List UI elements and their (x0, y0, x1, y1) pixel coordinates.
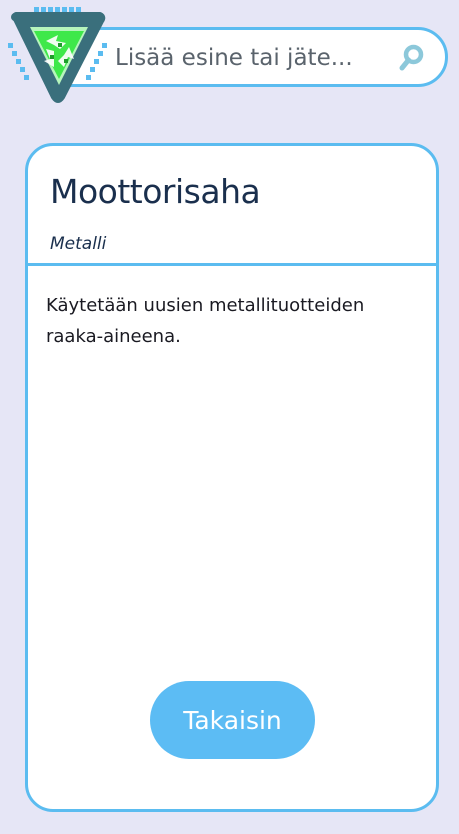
search-input[interactable] (115, 40, 385, 76)
item-card: Moottorisaha Metalli Käytetään uusien me… (25, 143, 439, 812)
back-button[interactable]: Takaisin (150, 681, 315, 759)
card-divider (28, 263, 436, 266)
search-icon[interactable] (397, 43, 427, 73)
item-description: Käytetään uusien metallituotteiden raaka… (46, 295, 365, 347)
recycle-logo-icon[interactable] (6, 5, 110, 105)
item-title: Moottorisaha (50, 172, 261, 211)
item-category: Metalli (50, 234, 107, 254)
